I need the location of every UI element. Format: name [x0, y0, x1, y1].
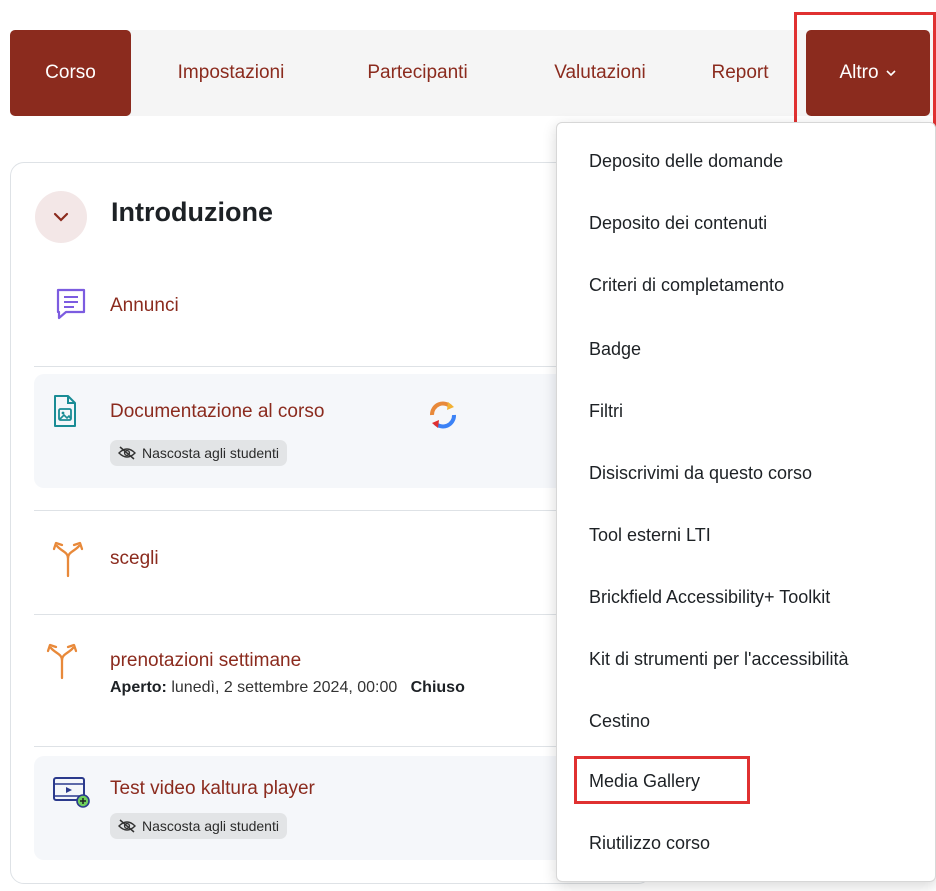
sync-icon	[430, 401, 456, 429]
menu-item-criteri-completamento[interactable]: Criteri di completamento	[589, 275, 784, 296]
course-nav: Corso Impostazioni Partecipanti Valutazi…	[10, 30, 936, 116]
tab-report[interactable]: Report	[690, 30, 790, 116]
activity-link-documentazione[interactable]: Documentazione al corso	[110, 401, 324, 423]
eye-slash-icon	[118, 446, 136, 460]
tab-impostazioni[interactable]: Impostazioni	[150, 30, 312, 116]
tab-label: Report	[711, 62, 769, 83]
tab-altro[interactable]: Altro	[806, 30, 930, 116]
menu-item-disiscrivimi[interactable]: Disiscrivimi da questo corso	[589, 463, 812, 484]
chevron-down-icon	[53, 212, 69, 222]
menu-item-badge[interactable]: Badge	[589, 339, 641, 360]
tab-label: Valutazioni	[554, 62, 646, 83]
menu-item-cestino[interactable]: Cestino	[589, 711, 650, 732]
altro-dropdown-menu: Deposito delle domande Deposito dei cont…	[556, 122, 936, 882]
collapse-section-button[interactable]	[35, 191, 87, 243]
menu-item-tool-esterni-lti[interactable]: Tool esterni LTI	[589, 525, 711, 546]
tab-label: Altro	[839, 62, 879, 83]
activity-link-test-video[interactable]: Test video kaltura player	[110, 778, 315, 800]
activity-link-annunci[interactable]: Annunci	[110, 295, 179, 317]
open-label: Aperto:	[110, 679, 167, 696]
choice-icon	[52, 541, 84, 578]
hidden-badge: Nascosta agli studenti	[110, 813, 287, 839]
video-icon	[53, 777, 90, 808]
tab-corso[interactable]: Corso	[10, 30, 131, 116]
forum-icon	[56, 288, 86, 320]
tab-label: Impostazioni	[177, 62, 285, 83]
section-title: Introduzione	[111, 197, 273, 227]
tab-label: Partecipanti	[367, 62, 468, 83]
file-image-icon	[54, 395, 76, 427]
activity-link-prenotazioni[interactable]: prenotazioni settimane	[110, 650, 301, 672]
menu-item-deposito-contenuti[interactable]: Deposito dei contenuti	[589, 213, 767, 234]
open-date: lunedì, 2 settembre 2024, 00:00	[171, 679, 398, 696]
menu-item-deposito-domande[interactable]: Deposito delle domande	[589, 151, 783, 172]
menu-item-kit-accessibilita[interactable]: Kit di strumenti per l'accessibilità	[589, 649, 849, 670]
menu-item-media-gallery[interactable]: Media Gallery	[589, 771, 700, 792]
chevron-down-icon	[885, 70, 896, 77]
badge-label: Nascosta agli studenti	[142, 445, 279, 461]
choice-icon	[46, 643, 78, 680]
tab-label: Corso	[45, 62, 96, 83]
tab-partecipanti[interactable]: Partecipanti	[330, 30, 505, 116]
menu-item-brickfield[interactable]: Brickfield Accessibility+ Toolkit	[589, 587, 830, 608]
badge-label: Nascosta agli studenti	[142, 818, 279, 834]
activity-link-scegli[interactable]: scegli	[110, 548, 159, 570]
menu-item-riutilizzo-corso[interactable]: Riutilizzo corso	[589, 833, 710, 854]
tab-valutazioni[interactable]: Valutazioni	[520, 30, 680, 116]
activity-dates: Aperto: lunedì, 2 settembre 2024, 00:00 …	[110, 679, 465, 697]
menu-item-filtri[interactable]: Filtri	[589, 401, 623, 422]
close-label: Chiuso	[410, 679, 465, 696]
eye-slash-icon	[118, 819, 136, 833]
hidden-badge: Nascosta agli studenti	[110, 440, 287, 466]
